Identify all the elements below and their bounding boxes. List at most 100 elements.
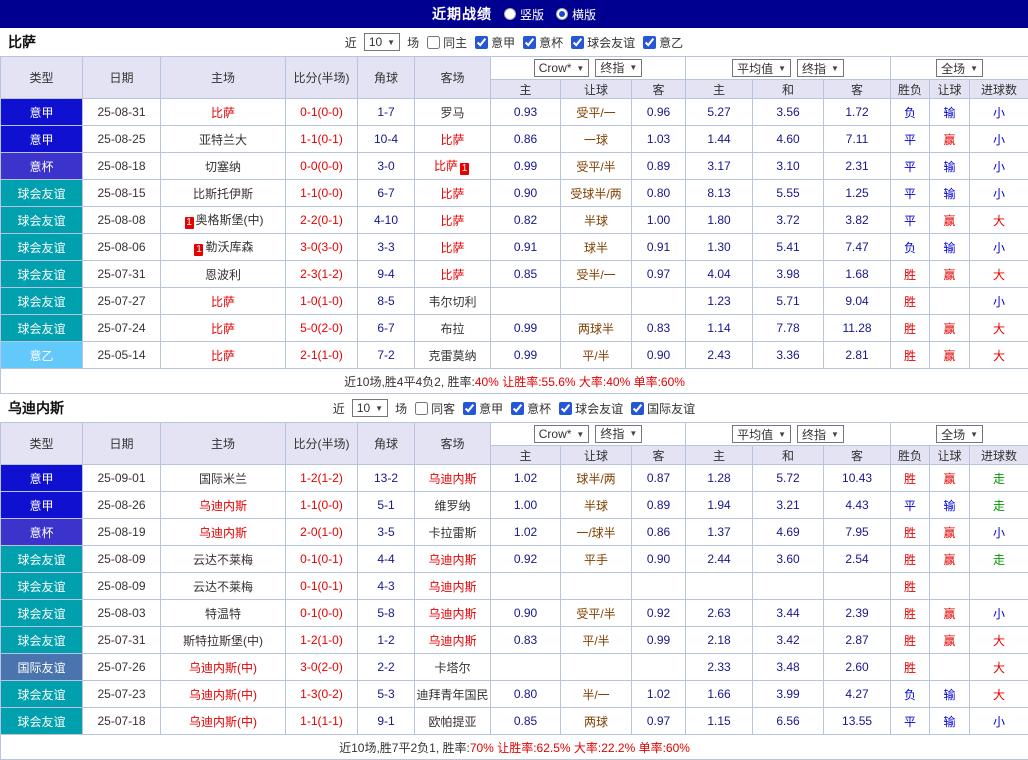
avg-home-odds: 1.44	[686, 126, 753, 153]
scope-select[interactable]: 全场▼	[936, 425, 983, 443]
match-row: 球会友谊25-08-09云达不莱梅0-1(0-1)4-3乌迪内斯胜	[1, 573, 1028, 600]
league-filter[interactable]: 意杯	[507, 400, 551, 417]
league-filter[interactable]: 国际友谊	[627, 400, 695, 417]
league-checkbox[interactable]	[463, 402, 476, 415]
avg-away-odds: 4.27	[824, 681, 891, 708]
away-team-cell: 布拉	[415, 315, 491, 342]
odds-time-select[interactable]: 终指▼	[797, 425, 844, 443]
result-goals: 大	[970, 261, 1028, 288]
column-subheader: 主	[686, 446, 753, 465]
avg-away-odds: 9.04	[824, 288, 891, 315]
match-count-select[interactable]: 10▼	[364, 33, 400, 51]
league-checkbox[interactable]	[523, 36, 536, 49]
away-team-cell: 比萨	[415, 126, 491, 153]
corner-count: 10-4	[358, 126, 415, 153]
column-subheader: 和	[753, 446, 824, 465]
avg-away-odds: 2.87	[824, 627, 891, 654]
league-filter[interactable]: 意甲	[459, 400, 503, 417]
league-checkbox[interactable]	[643, 36, 656, 49]
red-card-badge: 1	[194, 244, 203, 256]
match-date: 25-08-06	[83, 234, 161, 261]
corner-count: 1-2	[358, 627, 415, 654]
result-goals: 小	[970, 708, 1028, 735]
handicap-odds-away: 0.97	[632, 261, 686, 288]
league-filter[interactable]: 球会友谊	[567, 34, 635, 51]
score: 1-1(1-1)	[286, 708, 358, 735]
chevron-down-icon: ▼	[629, 63, 637, 72]
result-handicap: 赢	[930, 315, 970, 342]
avg-away-odds: 7.95	[824, 519, 891, 546]
odds-time-select[interactable]: 终指 ▼	[595, 59, 642, 77]
league-checkbox[interactable]	[475, 36, 488, 49]
avg-draw-odds: 4.69	[753, 519, 824, 546]
avg-draw-odds: 3.21	[753, 492, 824, 519]
result-goals: 小	[970, 600, 1028, 627]
result-goals: 大	[970, 207, 1028, 234]
avg-draw-odds	[753, 573, 824, 600]
avg-home-odds: 8.13	[686, 180, 753, 207]
league-filter[interactable]: 意杯	[519, 34, 563, 51]
result-goals	[970, 573, 1028, 600]
handicap-line	[561, 573, 632, 600]
result-handicap: 赢	[930, 600, 970, 627]
avg-home-odds: 2.33	[686, 654, 753, 681]
header-select-group: 平均值▼ 终指▼	[686, 57, 891, 80]
odds-time-select[interactable]: 终指▼	[797, 59, 844, 77]
home-team: 乌迪内斯(中)	[189, 715, 257, 729]
league-checkbox[interactable]	[631, 402, 644, 415]
league-checkbox[interactable]	[559, 402, 572, 415]
select-value: 终指	[600, 59, 624, 76]
select-value: 终指	[802, 60, 826, 77]
average-select[interactable]: 平均值▼	[732, 59, 791, 77]
handicap-odds-away	[632, 654, 686, 681]
corner-count: 2-2	[358, 654, 415, 681]
match-row: 意甲25-08-26乌迪内斯1-1(0-0)5-1维罗纳1.00半球0.891.…	[1, 492, 1028, 519]
column-header: 类型	[1, 423, 83, 465]
corner-count: 9-1	[358, 708, 415, 735]
column-subheader: 和	[753, 80, 824, 99]
team-name: 比萨	[8, 32, 36, 52]
avg-draw-odds: 3.44	[753, 600, 824, 627]
league-filter[interactable]: 意甲	[471, 34, 515, 51]
home-team: 乌迪内斯(中)	[189, 661, 257, 675]
handicap-odds-away: 0.90	[632, 546, 686, 573]
away-team-cell: 比萨	[415, 207, 491, 234]
result-goals: 小	[970, 234, 1028, 261]
league-checkbox[interactable]	[511, 402, 524, 415]
layout-radio-horizontal[interactable]: 横版	[556, 6, 596, 23]
layout-radio-vertical[interactable]: 竖版	[504, 6, 544, 23]
league-type-badge: 球会友谊	[1, 546, 83, 573]
league-checkbox[interactable]	[571, 36, 584, 49]
result-winloss: 胜	[891, 315, 930, 342]
average-select[interactable]: 平均值▼	[732, 425, 791, 443]
column-header: 日期	[83, 423, 161, 465]
away-team-cell: 乌迪内斯	[415, 573, 491, 600]
home-team-cell: 1勒沃库森	[161, 234, 286, 261]
match-count-select[interactable]: 10▼	[352, 399, 388, 417]
league-type-badge: 球会友谊	[1, 627, 83, 654]
away-team-cell: 比萨1	[415, 153, 491, 180]
league-type-badge: 意甲	[1, 465, 83, 492]
result-winloss: 平	[891, 492, 930, 519]
same-venue-filter[interactable]: 同客	[411, 400, 455, 417]
avg-away-odds: 2.81	[824, 342, 891, 369]
handicap-odds-away: 0.89	[632, 153, 686, 180]
league-filter[interactable]: 球会友谊	[555, 400, 623, 417]
league-type-badge: 球会友谊	[1, 573, 83, 600]
column-header: 比分(半场)	[286, 423, 358, 465]
home-team-cell: 云达不莱梅	[161, 573, 286, 600]
same-venue-filter[interactable]: 同主	[423, 34, 467, 51]
bookmaker-select[interactable]: Crow*▼	[534, 425, 590, 443]
same-venue-checkbox[interactable]	[415, 402, 428, 415]
home-team-cell: 比萨	[161, 315, 286, 342]
bookmaker-select[interactable]: Crow*▼	[534, 59, 590, 77]
league-filter[interactable]: 意乙	[639, 34, 683, 51]
column-subheader: 进球数	[970, 446, 1028, 465]
summary-segment: 近10场,胜4平4负2, 胜率:	[344, 375, 475, 389]
same-venue-checkbox[interactable]	[427, 36, 440, 49]
avg-draw-odds: 5.71	[753, 288, 824, 315]
away-team-cell: 乌迪内斯	[415, 546, 491, 573]
scope-select[interactable]: 全场▼	[936, 59, 983, 77]
odds-time-select[interactable]: 终指▼	[595, 425, 642, 443]
league-type-badge: 球会友谊	[1, 600, 83, 627]
